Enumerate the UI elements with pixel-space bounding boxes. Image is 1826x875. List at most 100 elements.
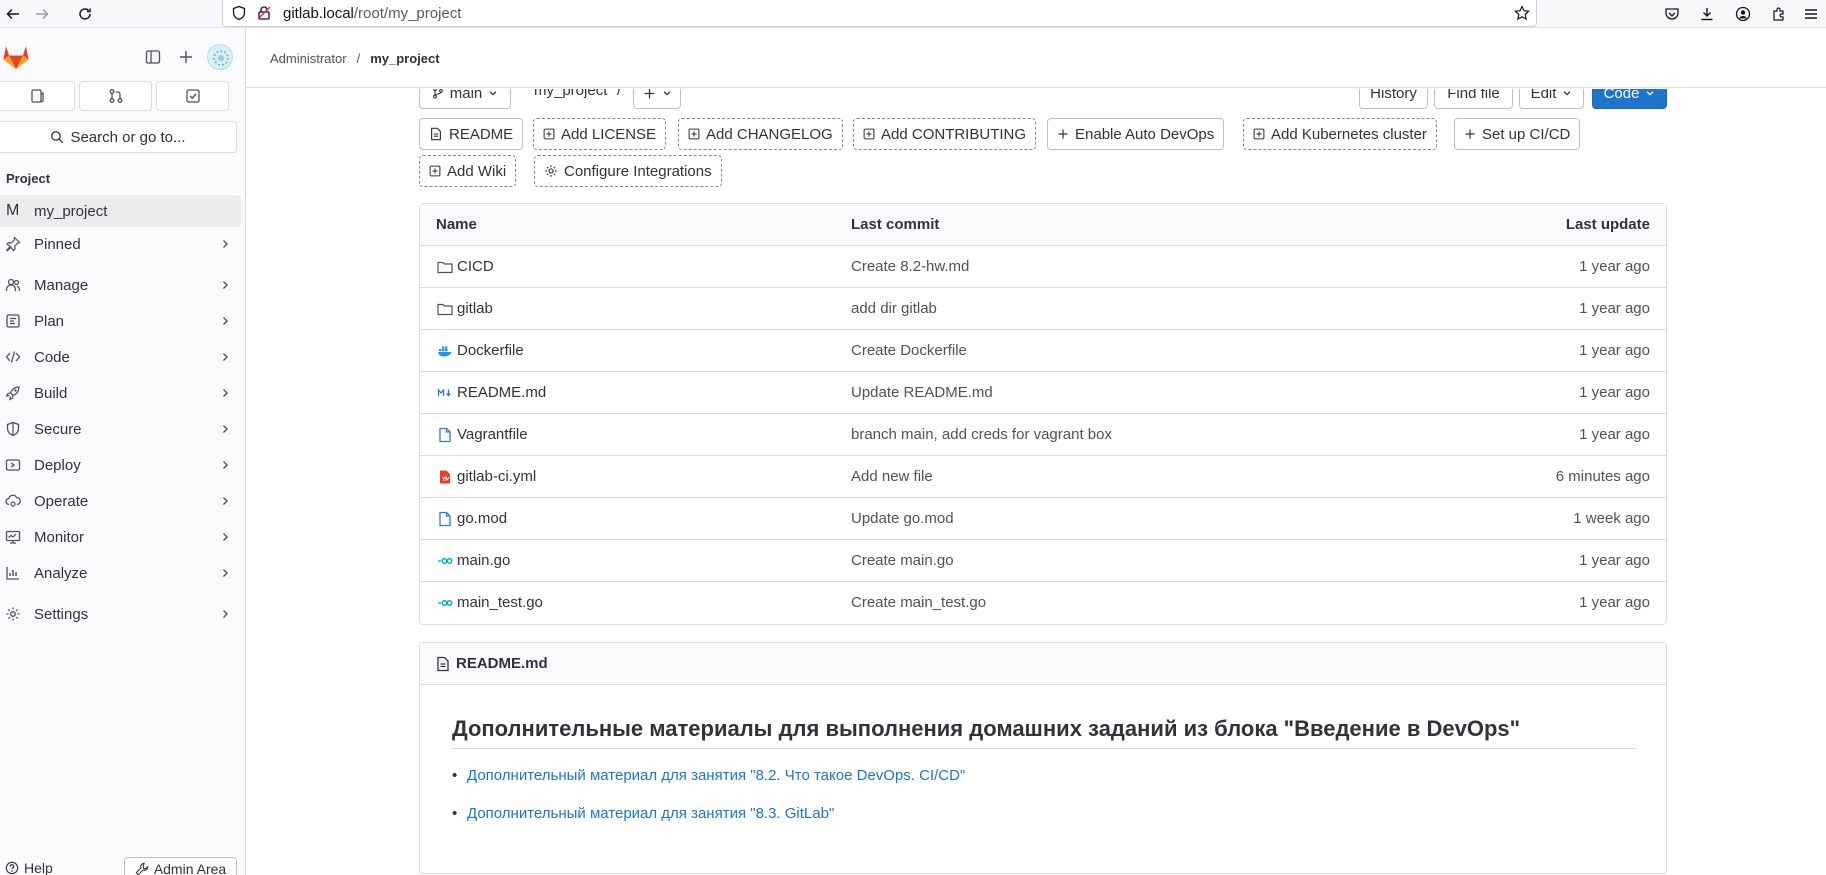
downloads-button[interactable]	[1696, 3, 1718, 25]
commit-message[interactable]: Update go.mod	[851, 510, 954, 527]
forward-button[interactable]	[31, 3, 53, 25]
readme-filename[interactable]: README.md	[456, 655, 548, 672]
gitlab-logo[interactable]	[2, 44, 30, 70]
extensions-button[interactable]	[1768, 3, 1790, 25]
readme-link[interactable]: Дополнительный материал для занятия "8.2…	[452, 767, 965, 784]
sidebar-item-operate[interactable]: Operate	[0, 485, 241, 517]
menu-button[interactable]	[1800, 3, 1822, 25]
readme-button[interactable]: README	[419, 118, 524, 150]
repo-path[interactable]: my_project	[534, 89, 607, 99]
branch-selector[interactable]: main	[419, 89, 511, 109]
table-row[interactable]: Dockerfile Create Dockerfile 1 year ago	[420, 330, 1666, 372]
merge-requests-counter[interactable]	[79, 81, 152, 111]
avatar[interactable]	[207, 44, 233, 70]
sidebar-item-plan[interactable]: Plan	[0, 305, 241, 337]
help-button[interactable]: Help	[5, 860, 53, 875]
file-name[interactable]: main.go	[457, 552, 510, 569]
table-row[interactable]: README.md Update README.md 1 year ago	[420, 372, 1666, 414]
add-changelog-button[interactable]: Add CHANGELOG	[678, 118, 843, 150]
docker-icon	[437, 346, 452, 356]
commit-message[interactable]: Add new file	[851, 468, 933, 485]
issues-counter[interactable]	[0, 81, 75, 111]
commit-message[interactable]: add dir gitlab	[851, 300, 937, 317]
breadcrumb-item-project[interactable]: my_project	[370, 51, 439, 66]
add-to-tree-button[interactable]	[633, 89, 681, 109]
table-row[interactable]: main_test.go Create main_test.go 1 year …	[420, 582, 1666, 624]
admin-area-label: Admin Area	[153, 860, 227, 875]
reload-button[interactable]	[74, 3, 96, 25]
code-dropdown[interactable]: Code	[1592, 89, 1667, 109]
commit-message[interactable]: branch main, add creds for vagrant box	[851, 426, 1112, 443]
set-up-ci-cd-button[interactable]: Set up CI/CD	[1454, 118, 1581, 150]
sidebar-item-analyze[interactable]: Analyze	[0, 557, 241, 589]
find-file-button[interactable]: Find file	[1434, 89, 1513, 109]
back-button[interactable]	[2, 3, 24, 25]
sidebar-item-settings[interactable]: Settings	[0, 598, 241, 630]
sidebar-item-monitor[interactable]: Monitor	[0, 521, 241, 553]
file-name[interactable]: gitlab	[457, 300, 493, 317]
go-file-icon	[437, 557, 453, 564]
sidebar-item-manage[interactable]: Manage	[0, 269, 241, 301]
add-wiki-button[interactable]: Add Wiki	[419, 155, 517, 187]
sidebar-item-project[interactable]: M my_project	[0, 195, 241, 227]
toggle-sidebar-button[interactable]	[139, 43, 167, 71]
chevron-right-icon	[223, 610, 228, 618]
column-header-update: Last update	[1565, 216, 1650, 233]
configure-integrations-button[interactable]: Configure Integrations	[534, 155, 722, 187]
sidebar-item-pinned[interactable]: Pinned	[0, 228, 241, 260]
table-row[interactable]: Vagrantfile branch main, add creds for v…	[420, 414, 1666, 456]
file-name-cell[interactable]: main_test.go	[436, 594, 543, 611]
file-name-cell[interactable]: main.go	[436, 552, 510, 569]
file-name-cell[interactable]: README.md	[436, 384, 546, 401]
add-license-button[interactable]: Add LICENSE	[533, 118, 667, 150]
search-button[interactable]: Search or go to...	[0, 121, 237, 153]
doc-icon	[437, 656, 449, 671]
file-name[interactable]: Dockerfile	[457, 342, 524, 359]
planning-icon	[6, 314, 20, 328]
sidebar-item-deploy[interactable]: Deploy	[0, 449, 241, 481]
file-name[interactable]: Vagrantfile	[457, 426, 528, 443]
sidebar-item-build[interactable]: Build	[0, 377, 241, 409]
commit-message[interactable]: Update README.md	[851, 384, 993, 401]
edit-dropdown[interactable]: Edit	[1519, 89, 1584, 109]
file-name-cell[interactable]: CICD	[436, 258, 494, 275]
breadcrumb-item-administrator[interactable]: Administrator	[270, 51, 347, 66]
commit-message[interactable]: Create 8.2-hw.md	[851, 258, 969, 275]
last-update: 6 minutes ago	[1555, 468, 1650, 485]
add-contributing-button[interactable]: Add CONTRIBUTING	[853, 118, 1037, 150]
table-row[interactable]: main.go Create main.go 1 year ago	[420, 540, 1666, 582]
file-name[interactable]: go.mod	[457, 510, 507, 527]
enable-auto-devops-button[interactable]: Enable Auto DevOps	[1047, 118, 1225, 150]
account-button[interactable]	[1732, 3, 1754, 25]
file-name-cell[interactable]: gitlab-ci.yml	[436, 468, 536, 485]
table-row[interactable]: CICD Create 8.2-hw.md 1 year ago	[420, 246, 1666, 288]
pocket-button[interactable]	[1661, 3, 1683, 25]
sidebar-item-secure[interactable]: Secure	[0, 413, 241, 445]
commit-message[interactable]: Create main.go	[851, 552, 954, 569]
file-name-cell[interactable]: Dockerfile	[436, 342, 524, 359]
file-name[interactable]: gitlab-ci.yml	[457, 468, 536, 485]
readme-link[interactable]: Дополнительный материал для занятия "8.3…	[452, 805, 834, 822]
file-name[interactable]: README.md	[457, 384, 546, 401]
file-name[interactable]: CICD	[457, 258, 494, 275]
file-name-cell[interactable]: gitlab	[436, 300, 493, 317]
table-row[interactable]: go.mod Update go.mod 1 week ago	[420, 498, 1666, 540]
file-name[interactable]: main_test.go	[457, 594, 543, 611]
pin-icon	[5, 236, 21, 252]
sidebar-item-code[interactable]: Code	[0, 341, 241, 373]
commit-message[interactable]: Create main_test.go	[851, 594, 986, 611]
add-kubernetes-cluster-button[interactable]: Add Kubernetes cluster	[1243, 118, 1437, 150]
create-new-button[interactable]	[172, 43, 200, 71]
search-icon	[51, 131, 64, 144]
commit-message[interactable]: Create Dockerfile	[851, 342, 967, 359]
history-button[interactable]: History	[1359, 89, 1428, 109]
address-bar[interactable]: gitlab.local/root/my_project	[222, 0, 1537, 27]
file-name-cell[interactable]: Vagrantfile	[436, 426, 528, 443]
table-row[interactable]: gitlab-ci.yml Add new file 6 minutes ago	[420, 456, 1666, 498]
folder-icon	[436, 261, 453, 273]
file-name-cell[interactable]: go.mod	[436, 510, 507, 527]
table-row[interactable]: gitlab add dir gitlab 1 year ago	[420, 288, 1666, 330]
todos-counter[interactable]	[156, 81, 229, 111]
admin-area-button[interactable]: Admin Area	[124, 857, 237, 875]
set-up-ci-cd-label: Set up CI/CD	[1482, 125, 1571, 143]
